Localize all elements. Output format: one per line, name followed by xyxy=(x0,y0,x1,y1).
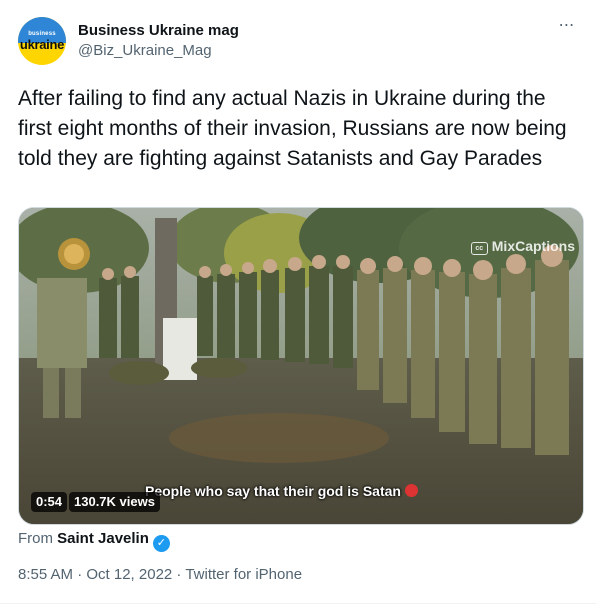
avatar-label-main: ukraine xyxy=(19,37,65,52)
video-player[interactable]: cc MixCaptions People who say that their … xyxy=(18,207,584,525)
tweet-timestamp[interactable]: 8:55 AM · Oct 12, 2022 · Twitter for iPh… xyxy=(18,566,302,583)
source-prefix: From xyxy=(18,530,53,547)
video-caption: People who say that their god is Satan xyxy=(145,483,418,499)
source-account-link[interactable]: Saint Javelin xyxy=(57,530,149,547)
display-name[interactable]: Business Ukraine mag xyxy=(78,22,239,39)
mixcaptions-watermark: cc MixCaptions xyxy=(470,238,575,255)
watermark-label: MixCaptions xyxy=(491,238,575,254)
cc-icon: cc xyxy=(470,242,488,255)
verified-badge-icon: ✓ xyxy=(152,535,170,552)
video-views-badge: 130.7K views xyxy=(69,492,160,512)
devil-emoji-icon xyxy=(404,484,418,497)
handle[interactable]: @Biz_Ukraine_Mag xyxy=(78,42,212,59)
avatar[interactable]: business ukraine xyxy=(18,17,66,65)
tweet-header: business ukraine Business Ukraine mag @B… xyxy=(18,17,582,69)
tweet-text: After failing to find any actual Nazis i… xyxy=(18,87,567,170)
caption-text: People who say that their god is Satan xyxy=(145,483,401,499)
video-source: From Saint Javelin ✓ xyxy=(18,530,170,552)
more-options-icon[interactable]: ⋯ xyxy=(554,18,580,39)
video-frame xyxy=(19,208,583,524)
video-duration-badge: 0:54 xyxy=(31,492,68,512)
